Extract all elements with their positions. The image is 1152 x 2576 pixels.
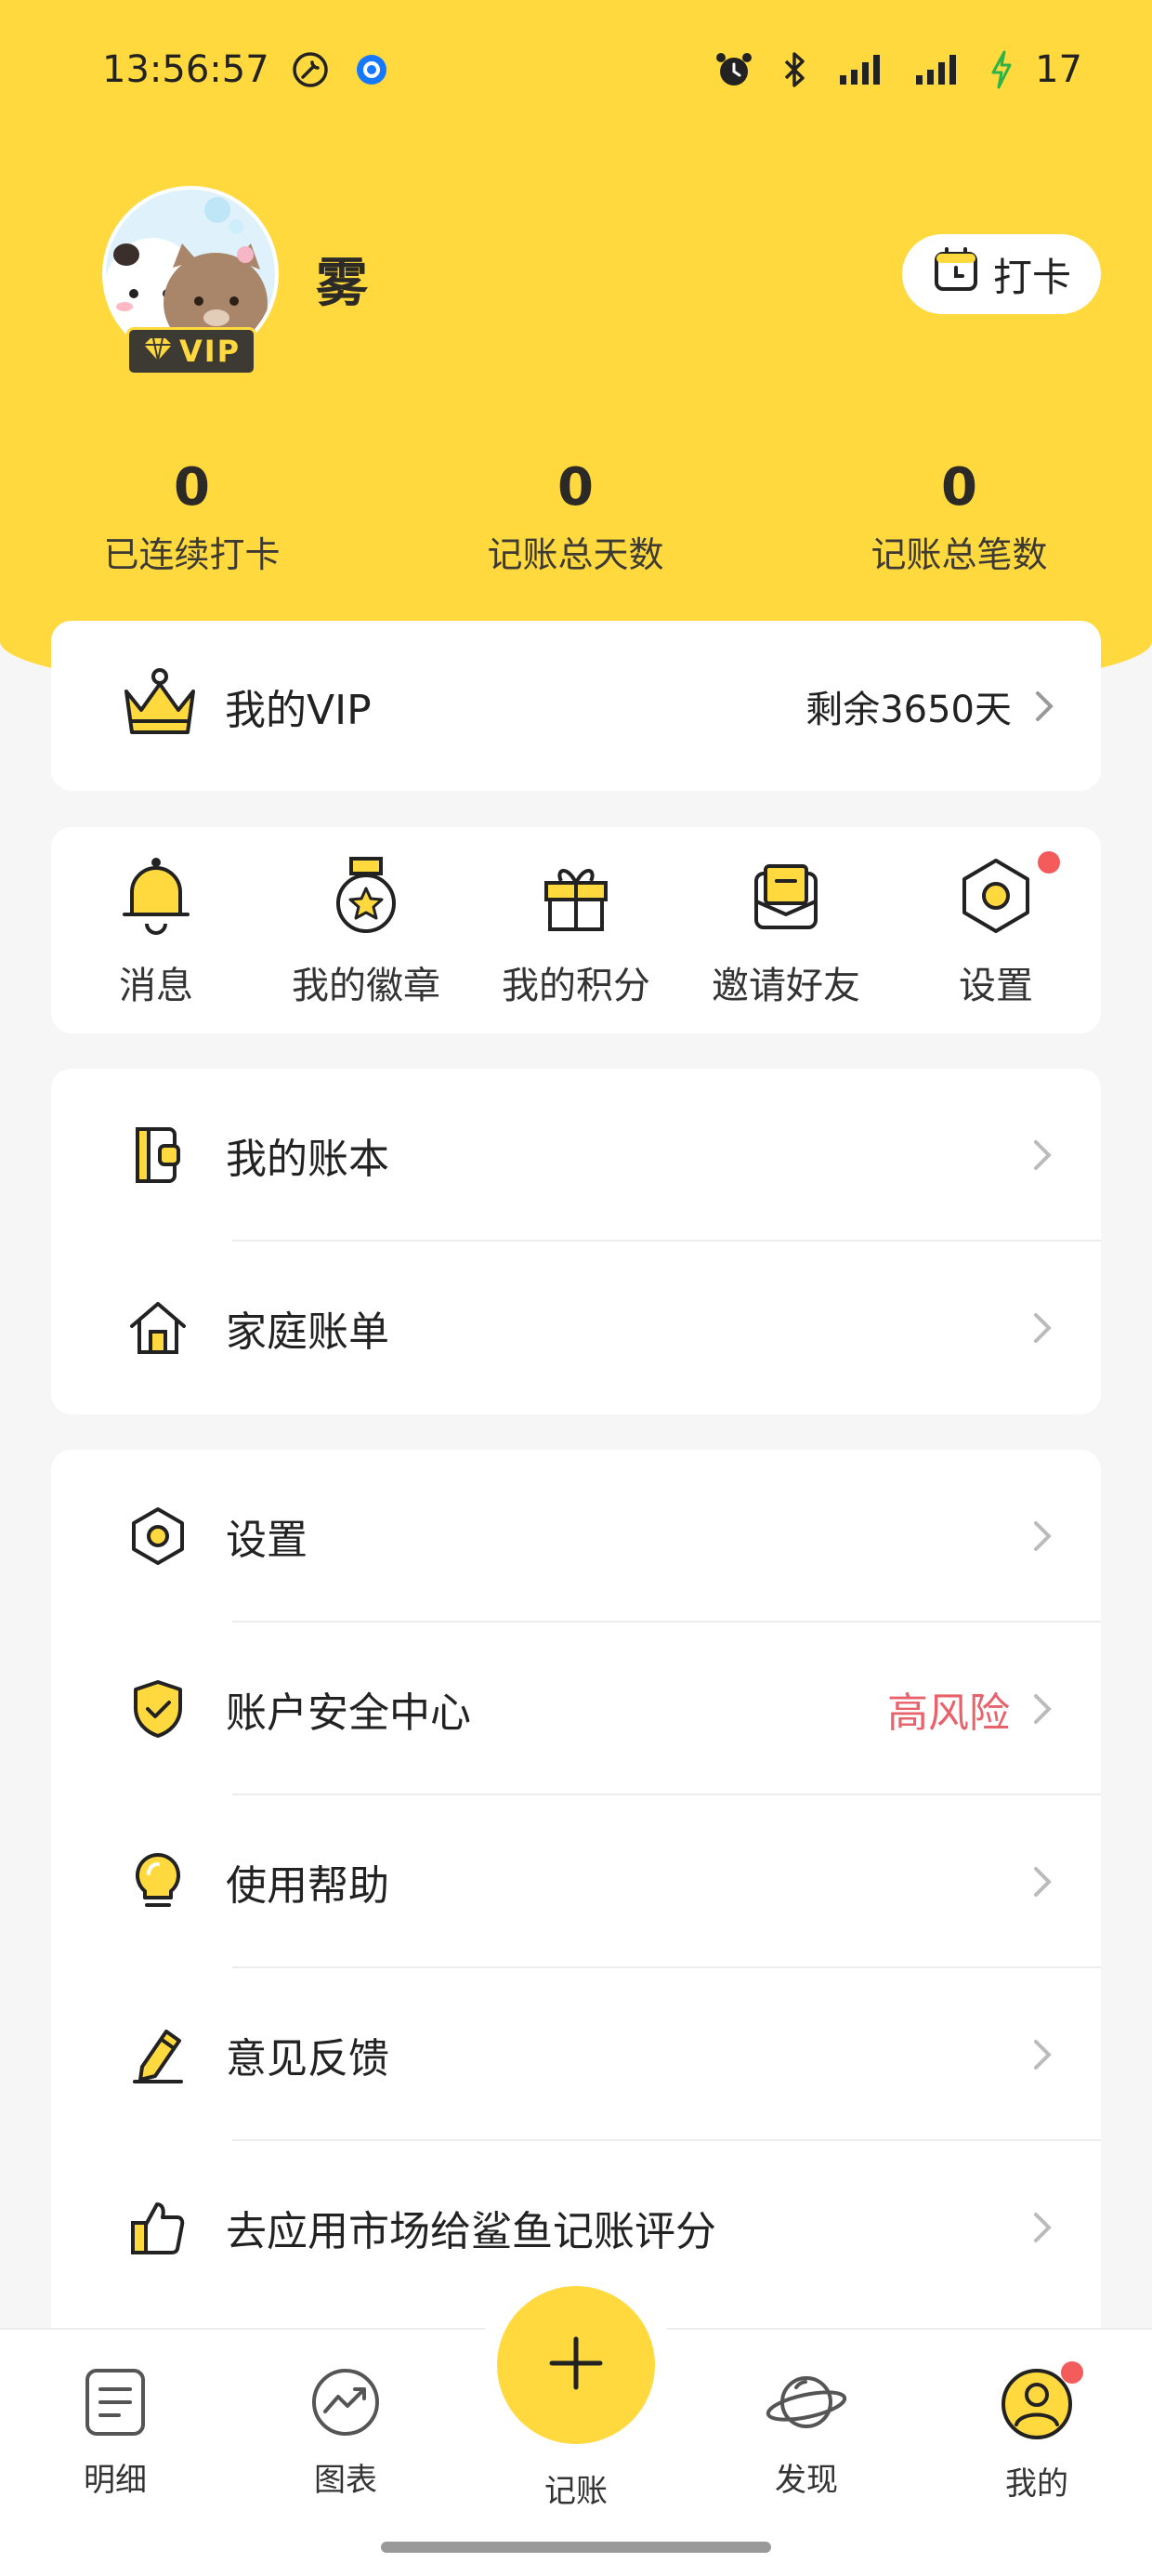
chevron-right-icon	[1032, 1518, 1054, 1555]
quick-label: 我的积分	[502, 965, 650, 1007]
signal-icon	[836, 49, 892, 90]
pencil-icon	[125, 2022, 190, 2087]
vip-remaining: 剩余3650天	[805, 688, 1012, 731]
calendar-icon	[932, 245, 980, 303]
app-notification-icon	[351, 49, 392, 90]
stat-label: 记账总天数	[487, 534, 664, 575]
chevron-right-icon	[1032, 1137, 1054, 1174]
house-icon	[125, 1295, 190, 1360]
shield-check-icon	[125, 1676, 190, 1741]
profile-section: VIP 雾 打卡	[102, 186, 1101, 381]
wallet-book-icon	[125, 1123, 190, 1188]
signal-icon-2	[912, 49, 968, 90]
username: 雾	[316, 254, 368, 314]
lightbulb-icon	[125, 1849, 190, 1914]
menu-item-feedback[interactable]: 意见反馈	[51, 1968, 1101, 2141]
home-indicator[interactable]	[381, 2542, 771, 2553]
list-icon	[82, 2367, 149, 2441]
hexagon-settings-icon	[959, 855, 1033, 939]
nav-label: 记账	[544, 2473, 608, 2510]
menu-item-family-bill[interactable]: 家庭账单	[51, 1242, 1101, 1414]
alarm-icon	[713, 49, 754, 90]
nav-label: 图表	[314, 2462, 377, 2499]
stat-streak[interactable]: 0 已连续打卡	[0, 455, 384, 577]
chevron-right-icon	[1032, 1309, 1054, 1347]
menu-group-settings: 设置 账户安全中心 高风险 使用帮助 意见反馈 去应用市场给鲨鱼记账评分	[51, 1450, 1101, 2370]
quick-label: 我的徽章	[292, 965, 440, 1007]
nav-label: 明细	[84, 2462, 147, 2499]
quick-messages[interactable]: 消息	[51, 855, 261, 1033]
notification-dot	[1061, 2361, 1083, 2384]
medal-icon	[329, 855, 403, 939]
bluetooth-icon	[775, 49, 816, 90]
stat-label: 记账总笔数	[871, 534, 1048, 575]
nav-label: 发现	[775, 2462, 838, 2499]
stat-value: 0	[941, 457, 977, 518]
chevron-right-icon	[1032, 1863, 1054, 1900]
checkin-button[interactable]: 打卡	[902, 234, 1101, 314]
status-bar: 13:56:57 17	[102, 37, 1082, 102]
stat-value: 0	[174, 457, 210, 518]
vip-badge-text: VIP	[178, 334, 242, 369]
chevron-right-icon	[1032, 2209, 1054, 2246]
chevron-right-icon	[1032, 1690, 1054, 1728]
menu-label: 使用帮助	[226, 1862, 389, 1910]
menu-label: 我的账本	[226, 1136, 389, 1183]
nav-mine[interactable]: 我的	[962, 2361, 1111, 2504]
diamond-icon	[142, 336, 174, 366]
stat-total-entries[interactable]: 0 记账总笔数	[767, 455, 1151, 577]
checkin-label: 打卡	[992, 254, 1071, 300]
quick-badges[interactable]: 我的徽章	[261, 855, 471, 1033]
status-time: 13:56:57	[102, 48, 269, 91]
person-icon	[1000, 2361, 1083, 2445]
risk-status-label: 高风险	[887, 1689, 1010, 1737]
stat-value: 0	[557, 457, 594, 518]
menu-label: 意见反馈	[226, 2035, 389, 2083]
planet-icon	[765, 2367, 848, 2441]
stat-label: 已连续打卡	[103, 534, 281, 575]
quick-label: 设置	[959, 965, 1033, 1007]
menu-item-my-books[interactable]: 我的账本	[51, 1069, 1101, 1242]
stats-row: 0 已连续打卡 0 记账总天数 0 记账总笔数	[0, 455, 1152, 577]
gift-icon	[539, 855, 613, 939]
plus-icon	[546, 2333, 606, 2397]
nav-discover[interactable]: 发现	[732, 2367, 881, 2500]
chevron-right-icon	[1034, 688, 1056, 725]
hexagon-settings-icon	[125, 1504, 190, 1569]
quick-settings[interactable]: 设置	[891, 851, 1101, 1033]
notification-dot	[1038, 851, 1060, 874]
vip-card[interactable]: 我的VIP 剩余3650天	[51, 621, 1101, 791]
envelope-icon	[749, 855, 823, 939]
menu-item-account-security[interactable]: 账户安全中心 高风险	[51, 1623, 1101, 1795]
vip-title: 我的VIP	[225, 686, 372, 734]
chevron-right-icon	[1032, 2036, 1054, 2073]
nav-charts[interactable]: 图表	[271, 2367, 420, 2500]
nav-label: 我的	[1005, 2465, 1068, 2503]
chart-icon	[310, 2367, 381, 2441]
vip-badge: VIP	[126, 327, 256, 375]
quick-label: 邀请好友	[712, 965, 860, 1007]
battery-level: 17	[1035, 48, 1082, 91]
add-record-button[interactable]	[497, 2286, 655, 2444]
menu-label: 账户安全中心	[226, 1689, 471, 1737]
bell-icon	[119, 855, 193, 939]
menu-item-settings[interactable]: 设置	[51, 1450, 1101, 1623]
nav-details[interactable]: 明细	[41, 2367, 190, 2500]
menu-label: 去应用市场给鲨鱼记账评分	[226, 2208, 716, 2255]
wrench-icon	[290, 49, 331, 90]
quick-actions: 消息 我的徽章 我的积分 邀请好友 设置	[51, 827, 1101, 1033]
crown-icon	[121, 667, 199, 745]
thumbs-up-icon	[125, 2195, 190, 2260]
charging-icon	[988, 49, 1015, 90]
menu-group-books: 我的账本 家庭账单	[51, 1069, 1101, 1414]
menu-item-help[interactable]: 使用帮助	[51, 1795, 1101, 1968]
quick-points[interactable]: 我的积分	[471, 855, 681, 1033]
menu-label: 家庭账单	[226, 1308, 389, 1356]
menu-label: 设置	[226, 1517, 308, 1564]
quick-label: 消息	[119, 965, 193, 1007]
stat-total-days[interactable]: 0 记账总天数	[384, 455, 767, 577]
quick-invite[interactable]: 邀请好友	[681, 855, 891, 1033]
